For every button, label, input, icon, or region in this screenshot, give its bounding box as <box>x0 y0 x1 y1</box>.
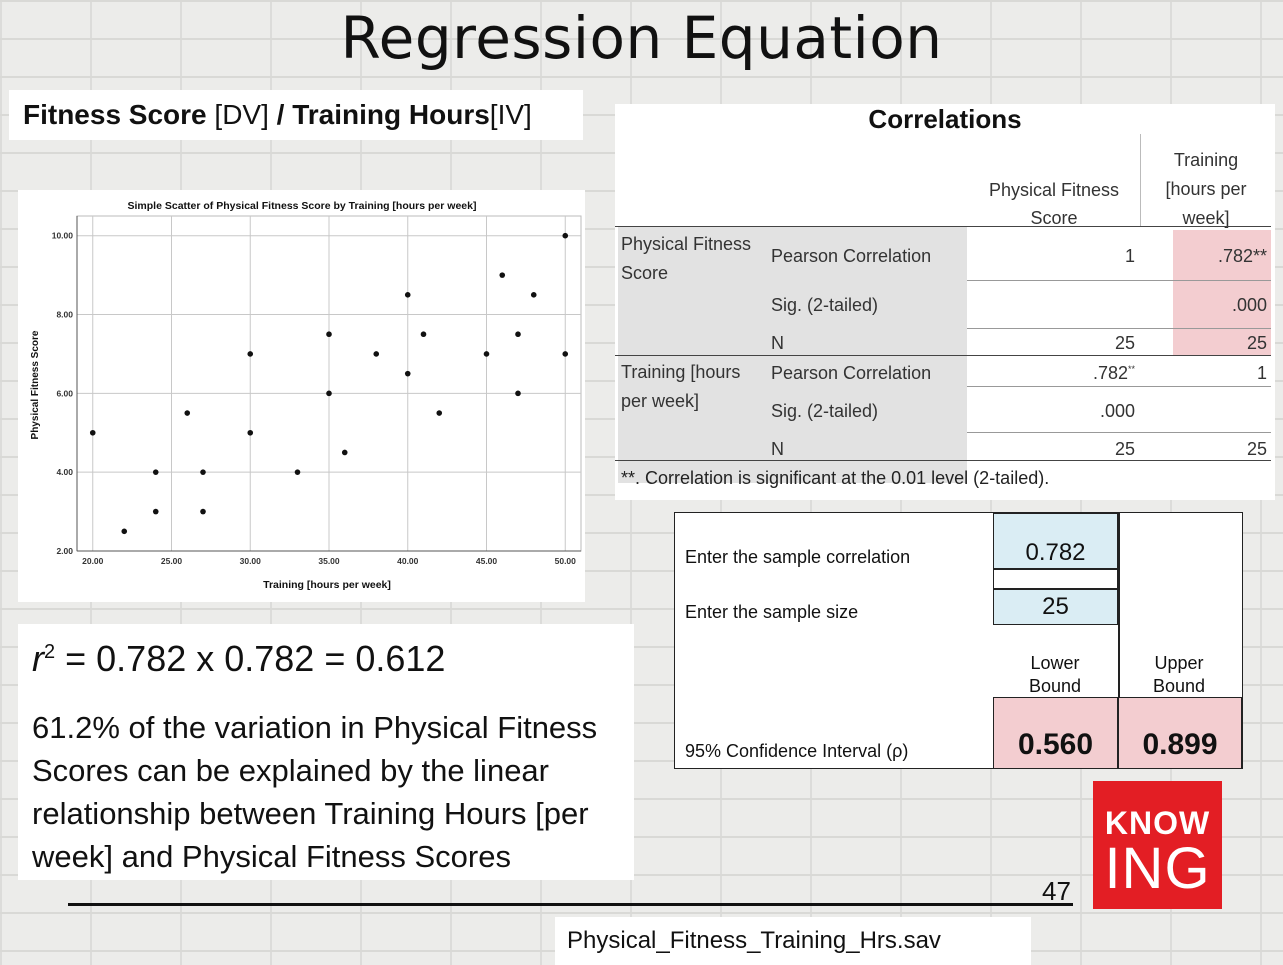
scatter-point <box>341 449 348 456</box>
scatter-chart-panel: Simple Scatter of Physical Fitness Score… <box>18 190 585 602</box>
scatter-point <box>373 351 380 357</box>
scatter-point <box>247 429 254 436</box>
scatter-point <box>404 370 411 377</box>
stat-pearson-1: Pearson Correlation <box>771 246 932 266</box>
footer-rule <box>68 903 1073 906</box>
scatter-point <box>530 292 537 298</box>
scatter-point <box>562 351 569 357</box>
chart-ylabel: Physical Fitness Score <box>30 330 41 439</box>
scatter-point <box>294 469 301 475</box>
x-tick-label: 35.00 <box>318 556 340 566</box>
r1-sig-c2: .000 <box>1231 295 1267 315</box>
correlations-footnote: **. Correlation is significant at the 0.… <box>621 468 1050 488</box>
sample-correlation-label: Enter the sample correlation <box>685 547 911 567</box>
y-tick-label: 6.00 <box>56 388 73 398</box>
r2-sig-c1: .000 <box>1099 401 1135 421</box>
scatter-point <box>420 331 427 338</box>
scatter-point <box>326 331 332 338</box>
col-header-training: Training [hours per week] <box>1165 150 1247 228</box>
r1-n-c2: 25 <box>1246 333 1267 353</box>
dv-name: Fitness Score <box>23 99 207 130</box>
row-label-training: Training [hours per week] <box>621 362 741 411</box>
r-squared-calc: = 0.782 x 0.782 = 0.612 <box>55 638 446 679</box>
scatter-point <box>483 351 490 357</box>
ci-label: 95% Confidence Interval (ρ) <box>685 741 909 761</box>
correlations-title: Correlations <box>868 104 1022 134</box>
r1-pearson-c1: 1 <box>1124 246 1135 266</box>
scatter-point <box>562 232 569 239</box>
stat-n-1: N <box>771 333 784 353</box>
x-tick-label: 25.00 <box>161 556 183 566</box>
r-symbol: r <box>32 638 44 679</box>
scatter-chart: Simple Scatter of Physical Fitness Score… <box>30 200 582 591</box>
dv-tag: [DV] <box>206 99 277 130</box>
scatter-point <box>515 331 521 338</box>
scatter-point <box>200 469 206 475</box>
r-squared-panel: r2 = 0.782 x 0.782 = 0.612 61.2% of the … <box>18 624 634 880</box>
lower-bound-label: Lower Bound <box>1028 653 1082 696</box>
scatter-point <box>152 508 159 515</box>
r2-pearson-c1-sig: ** <box>1127 364 1135 374</box>
data-filename: Physical_Fitness_Training_Hrs.sav <box>555 917 1031 965</box>
scatter-point <box>436 410 443 416</box>
r2-n-c2: 25 <box>1246 439 1267 459</box>
scatter-point <box>152 469 159 475</box>
iv-tag: [IV] <box>489 99 532 130</box>
r-squared-explanation: 61.2% of the variation in Physical Fitne… <box>32 710 598 874</box>
correlations-table: Correlations Physical Fitness Score Trai… <box>615 104 1275 500</box>
slide-title: Regression Equation <box>340 4 943 72</box>
y-tick-label: 2.00 <box>56 546 73 556</box>
x-tick-label: 30.00 <box>240 556 262 566</box>
y-tick-label: 10.00 <box>52 231 74 241</box>
r-exponent: 2 <box>44 641 56 663</box>
r-squared-equation: r2 = 0.782 x 0.782 = 0.612 <box>32 638 445 680</box>
iv-name: / Training Hours <box>276 99 490 130</box>
row-label-fitness: Physical Fitness Score <box>621 234 752 283</box>
logo-ing: ING <box>1104 836 1211 901</box>
y-tick-label: 4.00 <box>56 467 73 477</box>
upper-bound-value: 0.899 <box>1118 697 1242 769</box>
col-header-fitness: Physical Fitness Score <box>988 180 1120 228</box>
r2-pearson-c1-value: .782 <box>1092 363 1128 383</box>
scatter-point <box>499 272 506 278</box>
r1-pearson-c2: .782** <box>1217 246 1267 266</box>
y-tick-label: 8.00 <box>56 310 73 320</box>
scatter-point <box>515 390 521 397</box>
scatter-point <box>121 528 128 535</box>
stat-sig-2: Sig. (2-tailed) <box>771 401 879 421</box>
x-tick-label: 40.00 <box>397 556 419 566</box>
variables-subtitle: Fitness Score [DV] / Training Hours[IV] <box>9 90 583 140</box>
x-tick-label: 45.00 <box>476 556 498 566</box>
r1-n-c1: 25 <box>1114 333 1135 353</box>
scatter-point <box>404 292 411 298</box>
stat-n-2: N <box>771 439 784 459</box>
scatter-point <box>247 351 254 357</box>
stat-sig-1: Sig. (2-tailed) <box>771 295 879 315</box>
lower-bound-value: 0.560 <box>993 697 1118 769</box>
scatter-point <box>184 410 191 416</box>
r2-pearson-c1: .782** <box>975 363 1135 384</box>
r2-pearson-c2: 1 <box>1256 363 1267 383</box>
sample-correlation-input[interactable]: 0.782 <box>993 513 1118 569</box>
x-tick-label: 50.00 <box>555 556 577 566</box>
knowing-logo: KNOW ING <box>1093 781 1222 909</box>
stat-pearson-2: Pearson Correlation <box>771 363 932 383</box>
r2-n-c1: 25 <box>1114 439 1135 459</box>
spacer-cell <box>993 569 1118 589</box>
x-tick-label: 20.00 <box>82 556 104 566</box>
scatter-point <box>200 508 206 515</box>
confidence-interval-calculator: Enter the sample correlation 0.782 Enter… <box>674 512 1243 769</box>
chart-title: Simple Scatter of Physical Fitness Score… <box>128 200 477 212</box>
scatter-point <box>89 429 96 436</box>
chart-xlabel: Training [hours per week] <box>263 579 391 591</box>
scatter-point <box>326 390 332 397</box>
sample-size-label: Enter the sample size <box>685 602 859 622</box>
upper-bound-label: Upper Bound <box>1152 653 1206 696</box>
sample-size-input[interactable]: 25 <box>993 589 1118 625</box>
